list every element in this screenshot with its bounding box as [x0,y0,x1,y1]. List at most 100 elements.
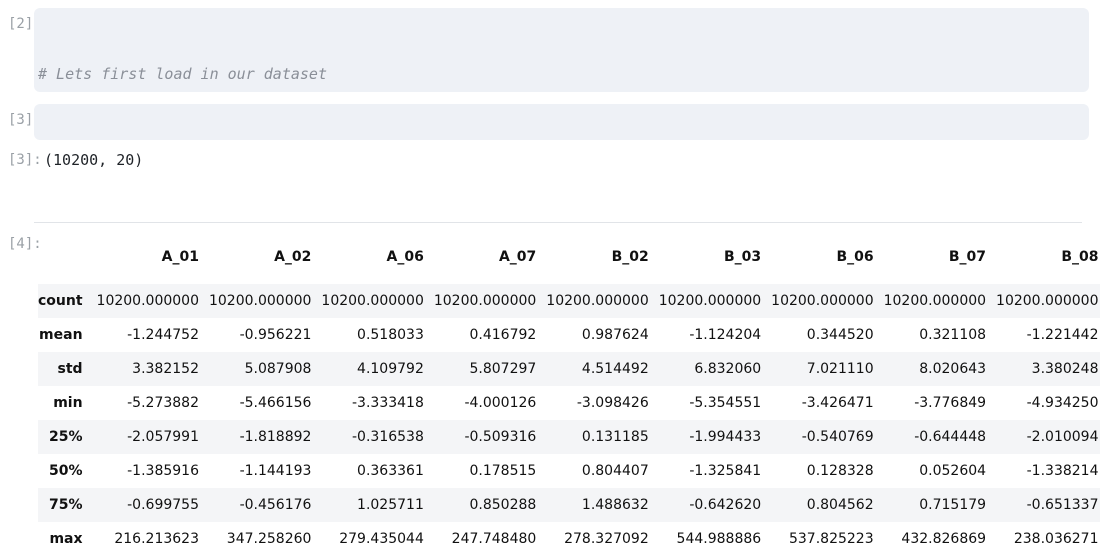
table-cell: -3.098426 [576,395,649,411]
table-cell: 0.987624 [581,327,649,343]
index-header [38,230,97,284]
table-cell: -0.699755 [127,497,199,513]
table-cell: 278.327092 [564,531,649,547]
table-cell: -5.354551 [689,395,762,411]
column-header: A_01 [161,249,199,265]
table-cell: -3.776849 [914,395,987,411]
table-cell: 10200.000000 [658,293,762,309]
table-cell: 0.518033 [357,327,424,343]
table-cell: 10200.000000 [96,293,199,309]
table-cell: 0.052604 [919,463,987,479]
table-cell: 5.807297 [469,361,537,377]
code-cell-2[interactable]: # Lets first load in our dataset data = … [34,8,1089,92]
table-cell: 238.036271 [1013,531,1099,547]
table-cell: 247.748480 [451,531,537,547]
table-cell: 1.025711 [357,497,424,513]
code-cell-3[interactable]: data.shape [34,104,1089,140]
table-cell: -1.818892 [239,429,312,445]
table-cell: 279.435044 [339,531,424,547]
table-cell: 0.363361 [357,463,424,479]
table-cell: 0.804407 [581,463,649,479]
table-cell: -0.540769 [801,429,874,445]
table-row: max 216.213623 347.258260 279.435044 247.748… [38,522,1100,556]
output-3-text: (10200, 20) [44,151,144,169]
table-cell: 1.488632 [581,497,649,513]
table-row: std 3.382152 5.087908 4.109792 5.807297 4.514… [38,352,1100,386]
table-cell: -0.509316 [464,429,537,445]
output-3-prompt: [3]: [8,152,42,168]
row-label: 25% [49,429,83,445]
table-cell: -5.466156 [239,395,312,411]
table-cell: 347.258260 [226,531,312,547]
row-label: 50% [49,463,83,479]
describe-table: A_01 A_02 A_06 A_07 B_02 B_03 B_06 B_07 … [38,230,1100,556]
column-header: A_02 [274,249,312,265]
table-cell: -1.338214 [1026,463,1099,479]
describe-table-scroll[interactable]: A_01 A_02 A_06 A_07 B_02 B_03 B_06 B_07 … [38,230,1100,560]
table-row: 75% -0.699755 -0.456176 1.025711 0.850288 1.4… [38,488,1100,522]
row-label: std [57,361,83,377]
cell-2-prompt: [2]: [8,16,42,32]
table-cell: -3.333418 [352,395,424,411]
table-cell: 0.321108 [919,327,987,343]
table-cell: 10200.000000 [321,293,424,309]
table-cell: 0.131185 [581,429,649,445]
table-cell: 10200.000000 [208,293,312,309]
table-row: count 10200.000000 10200.000000 10200.00000… [38,284,1100,318]
table-cell: 0.416792 [469,327,537,343]
table-cell: -0.651337 [1026,497,1099,513]
code-line: # Lets first load in our dataset [38,62,1089,86]
table-cell: 8.020643 [919,361,987,377]
table-cell: -0.316538 [352,429,424,445]
table-cell: 537.825223 [788,531,874,547]
row-label: max [49,531,83,547]
code-token: # Lets first load in our dataset [38,65,327,83]
table-cell: 10200.000000 [883,293,987,309]
table-cell: 3.380248 [1031,361,1099,377]
table-cell: 10200.000000 [996,293,1099,309]
table-cell: 0.850288 [469,497,537,513]
table-cell: -1.994433 [689,429,762,445]
table-cell: 3.382152 [132,361,199,377]
table-cell: 0.804562 [806,497,874,513]
table-cell: 6.832060 [694,361,762,377]
table-cell: -1.244752 [127,327,199,343]
table-cell: 5.087908 [244,361,312,377]
table-cell: 10200.000000 [771,293,874,309]
table-cell: -0.642620 [689,497,762,513]
table-cell: -0.644448 [914,429,987,445]
table-cell: 4.109792 [357,361,424,377]
column-header: A_06 [386,249,424,265]
table-cell: 0.178515 [469,463,537,479]
table-cell: -1.221442 [1026,327,1099,343]
column-header: B_06 [836,249,874,265]
row-label: min [53,395,83,411]
output-divider [34,222,1082,223]
column-header: B_02 [611,249,649,265]
column-header: B_03 [724,249,762,265]
output-4-prompt: [4]: [8,236,42,252]
column-header: B_07 [948,249,987,265]
table-cell: -4.934250 [1026,395,1099,411]
table-cell: 0.715179 [919,497,987,513]
table-cell: -3.426471 [801,395,874,411]
table-cell: 4.514492 [581,361,649,377]
column-header: B_08 [1061,249,1099,265]
table-header-row: A_01 A_02 A_06 A_07 B_02 B_03 B_06 B_07 … [38,230,1100,284]
table-row: mean -1.244752 -0.956221 0.518033 0.416792 0.… [38,318,1100,352]
table-cell: -0.456176 [239,497,312,513]
column-header: A_07 [498,249,537,265]
table-cell: 10200.000000 [546,293,649,309]
cell-3-prompt: [3]: [8,112,42,128]
table-cell: 0.128328 [806,463,874,479]
table-cell: -5.273882 [127,395,199,411]
table-cell: -2.057991 [127,429,199,445]
table-cell: -4.000126 [464,395,537,411]
row-label: 75% [49,497,83,513]
table-cell: -1.325841 [689,463,762,479]
table-row: 25% -2.057991 -1.818892 -0.316538 -0.509316 0… [38,420,1100,454]
table-cell: 432.826869 [901,531,987,547]
table-cell: 216.213623 [114,531,199,547]
row-label: mean [39,327,83,343]
table-cell: -1.385916 [127,463,199,479]
